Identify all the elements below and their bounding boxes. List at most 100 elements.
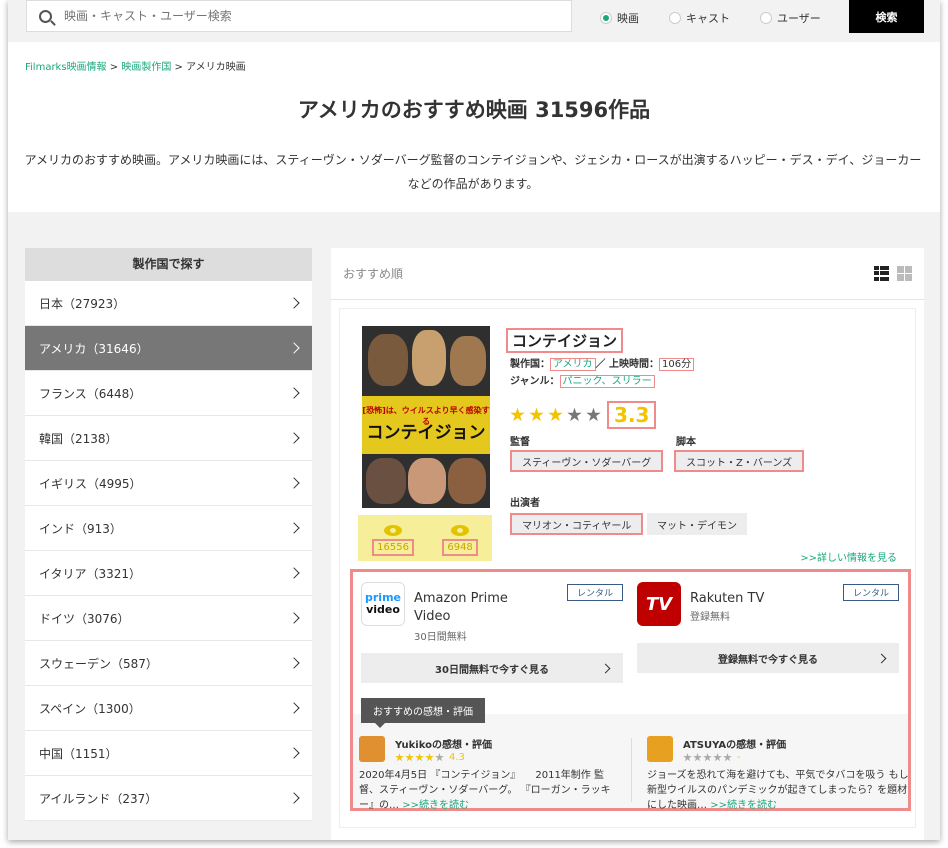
- director-tag[interactable]: スティーヴン・ソダーバーグ: [510, 450, 664, 472]
- writer-tag[interactable]: スコット・Z・バーンズ: [674, 450, 805, 472]
- browser-frame: 映画 キャスト ユーザー 検索 Filmarks映画情報 > 映画製作国 > ア…: [8, 0, 940, 840]
- movie-poster[interactable]: [恐怖]は、ウイルスより早く感染する コンテイジョン: [362, 326, 490, 508]
- search-button[interactable]: 検索: [849, 0, 924, 33]
- read-more-link[interactable]: >>続きを読む: [402, 800, 469, 811]
- sidebar-item-label: 韓国（2138）: [39, 431, 118, 446]
- rakuten-tv-logo-icon[interactable]: TV: [637, 582, 681, 626]
- radio-label: 映画: [617, 12, 639, 25]
- sidebar-item-label: アメリカ（31646）: [39, 341, 149, 356]
- sidebar-item-label: スペイン（1300）: [39, 701, 141, 716]
- movie-list-panel: おすすめ順 [恐怖]は、ウイルスより早く感染する コンテイジョン 16556 6…: [331, 248, 924, 840]
- avatar: [359, 736, 385, 762]
- search-type-radios: 映画 キャスト ユーザー: [600, 10, 851, 26]
- sidebar-item-label: スウェーデン（587）: [39, 656, 158, 671]
- cast-tag[interactable]: マット・デイモン: [647, 513, 747, 535]
- radio-label: キャスト: [686, 12, 730, 25]
- movie-info: 製作国： アメリカ／ 上映時間： 106分 ジャンル： パニック、スリラー: [510, 356, 695, 390]
- radio-selected-icon: [600, 12, 612, 24]
- sidebar-item-uk[interactable]: イギリス（4995）: [25, 461, 312, 506]
- provider-name: Amazon Prime Video: [414, 591, 508, 624]
- breadcrumb-link-filmarks[interactable]: Filmarks映画情報: [25, 62, 107, 73]
- genre-links[interactable]: パニック、スリラー: [559, 375, 655, 388]
- movie-title[interactable]: コンテイジョン: [506, 328, 624, 353]
- radio-user[interactable]: ユーザー: [760, 10, 821, 26]
- page-header: Filmarks映画情報 > 映画製作国 > アメリカ映画 アメリカのおすすめ映…: [8, 42, 940, 212]
- search-box[interactable]: [26, 0, 572, 32]
- search-input[interactable]: [64, 9, 571, 23]
- rental-badge: レンタル: [842, 584, 899, 601]
- eye-icon: [384, 525, 403, 536]
- chevron-right-icon: [288, 747, 300, 759]
- want-count[interactable]: 6948: [442, 525, 478, 556]
- sidebar-item-label: 中国（1151）: [39, 746, 118, 761]
- details-link[interactable]: >>詳しい情報を見る: [800, 549, 897, 564]
- chevron-right-icon: [288, 702, 300, 714]
- sidebar-item-sweden[interactable]: スウェーデン（587）: [25, 641, 312, 686]
- chevron-right-icon: [288, 612, 300, 624]
- writer-label: 脚本: [676, 437, 696, 448]
- radio-unselected-icon: [669, 12, 681, 24]
- sidebar-item-label: イタリア（3321）: [39, 566, 142, 581]
- review-stars: 4.3: [395, 752, 465, 763]
- chevron-right-icon: [288, 657, 300, 669]
- chevron-right-icon: [288, 567, 300, 579]
- sidebar-heading: 製作国で探す: [25, 248, 312, 281]
- chevron-right-icon: [288, 792, 300, 804]
- movie-rating: 3.3: [510, 401, 657, 429]
- breadcrumb-link-countries[interactable]: 映画製作国: [121, 62, 171, 73]
- sidebar-item-germany[interactable]: ドイツ（3076）: [25, 596, 312, 641]
- director-label: 監督: [510, 437, 530, 448]
- sidebar-item-india[interactable]: インド（913）: [25, 506, 312, 551]
- provider-sub: 登録無料: [690, 612, 730, 623]
- rakuten-watch-button[interactable]: 登録無料で今すぐ見る: [637, 643, 899, 673]
- breadcrumb-separator: >: [109, 62, 119, 73]
- list-view-icon[interactable]: [874, 266, 889, 281]
- breadcrumb-current: アメリカ映画: [186, 62, 246, 73]
- sidebar-item-china[interactable]: 中国（1151）: [25, 731, 312, 776]
- chevron-right-icon: [876, 653, 887, 663]
- radio-movie[interactable]: 映画: [600, 10, 639, 26]
- review-text: ジョーズを恐れて海を避けても、平気でタバコを吸う もし新型ウイルスのパンデミック…: [647, 770, 909, 811]
- avatar: [647, 736, 673, 762]
- sidebar-item-korea[interactable]: 韓国（2138）: [25, 416, 312, 461]
- sidebar-item-spain[interactable]: スペイン（1300）: [25, 686, 312, 731]
- review-text: 2020年4月5日 『コンテイジョン』 2011年制作 監督、スティーヴン・ソダ…: [359, 770, 611, 811]
- sidebar-item-italy[interactable]: イタリア（3321）: [25, 551, 312, 596]
- country-link[interactable]: アメリカ: [550, 358, 596, 371]
- sidebar-item-ireland[interactable]: アイルランド（237）: [25, 776, 312, 821]
- rental-badge: レンタル: [566, 584, 623, 601]
- search-icon: [39, 9, 52, 23]
- cast-tag[interactable]: マリオン・コティヤール: [510, 513, 644, 535]
- amazon-watch-button[interactable]: 30日間無料で今すぐ見る: [361, 653, 623, 683]
- sort-label[interactable]: おすすめ順: [343, 265, 403, 282]
- rating-score: 3.3: [607, 401, 657, 429]
- review-user: Yukikoの感想・評価: [395, 740, 492, 751]
- cast-label: 出演者: [510, 498, 540, 509]
- radio-unselected-icon: [760, 12, 772, 24]
- grid-view-icon[interactable]: [897, 266, 912, 281]
- provider-name: Rakuten TV: [690, 591, 765, 606]
- read-more-link[interactable]: >>続きを読む: [710, 800, 777, 811]
- poster-title: コンテイジョン: [366, 423, 486, 443]
- star-empty-icon: [586, 407, 601, 422]
- sidebar-item-japan[interactable]: 日本（27923）: [25, 281, 312, 326]
- amazon-prime-logo-icon[interactable]: prime video: [361, 582, 405, 626]
- sidebar-item-label: フランス（6448）: [39, 386, 142, 401]
- sidebar-item-france[interactable]: フランス（6448）: [25, 371, 312, 416]
- watched-count[interactable]: 16556: [372, 525, 414, 556]
- page-title: アメリカのおすすめ映画 31596作品: [297, 98, 651, 122]
- breadcrumb: Filmarks映画情報 > 映画製作国 > アメリカ映画: [25, 58, 246, 73]
- radio-label: ユーザー: [777, 12, 821, 25]
- star-empty-icon: [567, 407, 582, 422]
- sidebar-item-america[interactable]: アメリカ（31646）: [25, 326, 312, 371]
- movie-counts: 16556 6948: [358, 515, 492, 561]
- chevron-right-icon: [288, 522, 300, 534]
- clip-icon: [451, 525, 470, 536]
- vod-section: prime video Amazon Prime Video 30日間無料 レンタ…: [350, 569, 911, 811]
- reviews-section: Yukikoの感想・評価 4.3 2020年4月5日 『コンテイジョン』 201…: [353, 714, 909, 811]
- radio-cast[interactable]: キャスト: [669, 10, 730, 26]
- chevron-right-icon: [288, 342, 300, 354]
- movie-card: [恐怖]は、ウイルスより早く感染する コンテイジョン 16556 6948 コン…: [339, 308, 916, 828]
- review-user: ATSUYAの感想・評価: [683, 740, 787, 751]
- sidebar-item-label: 日本（27923）: [39, 296, 126, 311]
